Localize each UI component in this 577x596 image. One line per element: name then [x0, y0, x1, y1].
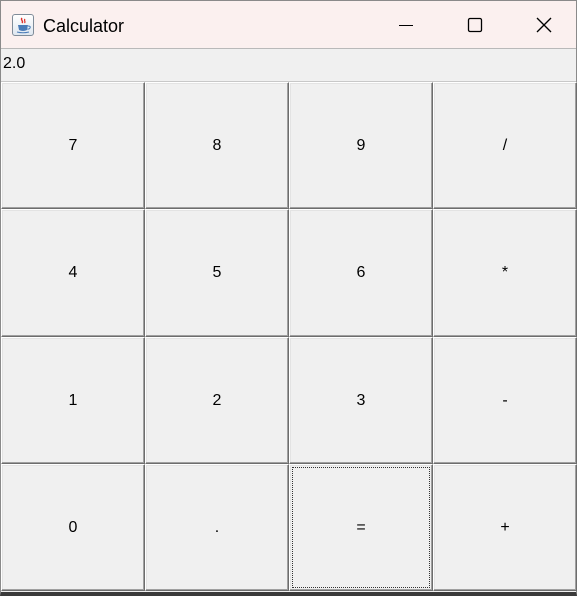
key-label: - [502, 391, 508, 409]
calculator-window: Calculator 2.0 7 8 9 / 4 5 6 * 1 2 3 - 0… [0, 0, 577, 596]
key-label: 2 [212, 391, 222, 409]
key-equals[interactable]: = [289, 464, 433, 591]
key-2[interactable]: 2 [145, 337, 289, 464]
key-1[interactable]: 1 [1, 337, 145, 464]
java-cup-icon [16, 17, 31, 34]
key-label: 9 [356, 136, 366, 154]
key-label: . [214, 518, 220, 536]
key-label: 6 [356, 264, 366, 281]
minimize-icon [399, 24, 413, 26]
keypad: 7 8 9 / 4 5 6 * 1 2 3 - 0 . = + [1, 82, 577, 592]
close-icon [536, 17, 552, 32]
title-bar[interactable]: Calculator [1, 1, 576, 49]
key-6[interactable]: 6 [289, 209, 433, 337]
key-add[interactable]: + [433, 464, 577, 591]
key-label: 3 [356, 391, 366, 409]
maximize-button[interactable] [440, 1, 510, 48]
key-8[interactable]: 8 [145, 82, 289, 209]
key-divide[interactable]: / [433, 82, 577, 209]
key-multiply[interactable]: * [433, 209, 577, 337]
key-7[interactable]: 7 [1, 82, 145, 209]
close-button[interactable] [509, 1, 577, 48]
java-app-icon[interactable] [12, 14, 34, 36]
key-3[interactable]: 3 [289, 337, 433, 464]
key-label: / [502, 136, 508, 154]
key-0[interactable]: 0 [1, 464, 145, 591]
key-label: 0 [68, 518, 78, 536]
key-5[interactable]: 5 [145, 209, 289, 337]
minimize-button[interactable] [371, 1, 441, 48]
key-label: = [356, 518, 366, 536]
maximize-icon [467, 17, 483, 32]
key-label: + [500, 518, 510, 536]
key-label: 5 [212, 264, 222, 281]
window-title: Calculator [43, 16, 125, 36]
key-label: 8 [212, 136, 222, 154]
key-label: 1 [68, 391, 78, 409]
key-subtract[interactable]: - [433, 337, 577, 464]
key-decimal[interactable]: . [145, 464, 289, 591]
key-label: * [501, 264, 509, 281]
key-label: 7 [68, 136, 78, 154]
result-display[interactable]: 2.0 [1, 49, 576, 82]
key-label: 4 [68, 264, 78, 281]
key-9[interactable]: 9 [289, 82, 433, 209]
key-4[interactable]: 4 [1, 209, 145, 337]
